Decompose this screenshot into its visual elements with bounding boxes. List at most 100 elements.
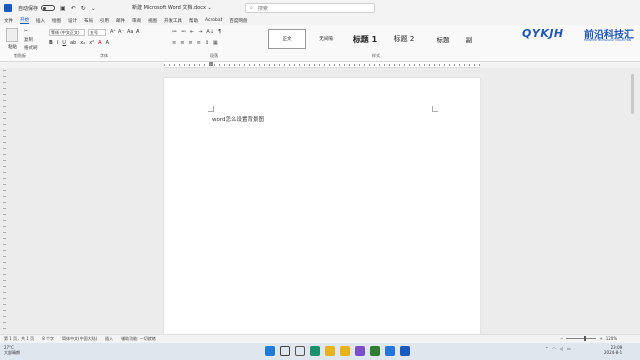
style-item[interactable]: 标题 1 [346, 29, 384, 49]
wifi-icon[interactable]: ◠ [552, 346, 556, 351]
store-icon[interactable] [385, 346, 395, 356]
paragraph-button[interactable]: ≡ [188, 40, 192, 46]
font-name-select[interactable]: 等线 (中文正文) [49, 29, 85, 36]
undo-icon[interactable]: ↶ [71, 5, 76, 12]
status-words[interactable]: 8 个字 [42, 336, 54, 342]
weather-widget[interactable]: 27°C 大部晴朗 [4, 345, 20, 355]
format-painter-button[interactable]: 格式刷 [24, 45, 38, 51]
grow-font-icon[interactable]: A⁺ [110, 29, 116, 35]
vertical-ruler [3, 70, 6, 330]
document-text[interactable]: word怎么设置背景图 [212, 115, 264, 123]
indent-marker[interactable] [209, 62, 213, 66]
tab-6[interactable]: 引用 [100, 18, 109, 24]
status-insert[interactable]: 插入 [105, 336, 113, 342]
style-item[interactable]: 标题 2 [385, 29, 423, 49]
windows-icon[interactable] [265, 346, 275, 356]
tab-0[interactable]: 文件 [4, 18, 13, 24]
status-page[interactable]: 第 1 页，共 1 页 [4, 336, 34, 342]
word-icon[interactable] [400, 346, 410, 356]
app-icon[interactable] [370, 346, 380, 356]
tab-3[interactable]: 绘图 [52, 18, 61, 24]
chevron-up-icon[interactable]: ⌃ [545, 346, 548, 351]
tab-2[interactable]: 插入 [36, 18, 45, 24]
app-icon[interactable] [355, 346, 365, 356]
paragraph-button[interactable]: ▦ [213, 40, 218, 46]
font-format-button[interactable]: x₂ [80, 40, 85, 46]
tab-5[interactable]: 布局 [84, 18, 93, 24]
paragraph-row-1: ≔ ≕ ⇤ ⇥ A↓ ¶ [172, 29, 221, 35]
redo-icon[interactable]: ↻ [81, 5, 86, 12]
search-input[interactable]: ⌕ 搜索 [245, 3, 375, 13]
style-item[interactable]: 无间隔 [307, 29, 345, 49]
tab-4[interactable]: 设计 [68, 18, 77, 24]
font-format-button[interactable]: A [98, 40, 101, 46]
status-language[interactable]: 简体中文(中国大陆) [62, 336, 97, 342]
zoom-in-icon[interactable]: + [599, 336, 602, 341]
search-icon[interactable] [280, 346, 290, 356]
chrome-icon[interactable] [325, 346, 335, 356]
paragraph-button[interactable]: ≔ [172, 29, 177, 35]
zoom-slider[interactable] [566, 336, 597, 341]
taskbar-apps [265, 346, 410, 356]
word-logo-icon [4, 4, 12, 12]
vertical-scrollbar[interactable] [630, 70, 636, 332]
edge-icon[interactable] [310, 346, 320, 356]
customize-qat-icon[interactable]: ⌄ [91, 5, 96, 12]
shrink-font-icon[interactable]: A⁻ [118, 29, 124, 35]
font-format-button[interactable]: I [57, 40, 58, 46]
cut-icon[interactable]: ✂ [24, 29, 28, 34]
font-format-button[interactable]: U [62, 40, 66, 46]
tab-1[interactable]: 开始 [20, 17, 29, 24]
paragraph-button[interactable]: ↕ [205, 40, 209, 46]
scrollbar-thumb[interactable] [631, 74, 634, 114]
paragraph-button[interactable]: ¶ [218, 29, 221, 35]
status-accessibility[interactable]: 辅助功能: 一切就绪 [121, 336, 156, 342]
zoom-level[interactable]: 120% [606, 336, 617, 341]
brand-logo: QYKJH [522, 27, 564, 40]
paragraph-button[interactable]: A↓ [206, 29, 214, 35]
paragraph-button[interactable]: ≕ [181, 29, 186, 35]
clear-format-icon[interactable]: A̸ [136, 29, 139, 35]
volume-icon[interactable]: ◁ [560, 346, 563, 351]
font-format-button[interactable]: x² [89, 40, 94, 46]
copy-button[interactable]: 复制 [24, 37, 33, 43]
style-item[interactable]: 正文 [268, 29, 306, 49]
system-tray: ⌃ ◠ ◁ ▭ [545, 346, 571, 351]
tab-12[interactable]: Acrobat [205, 18, 222, 23]
paragraph-group-label: 段落 [210, 53, 218, 58]
tab-11[interactable]: 帮助 [189, 18, 198, 24]
margin-mark-top-left [208, 106, 214, 112]
document-title[interactable]: 新建 Microsoft Word 文档.docx ⌄ [132, 4, 212, 11]
font-format-button[interactable]: B [49, 40, 53, 46]
autosave-toggle[interactable] [41, 5, 56, 11]
horizontal-ruler[interactable] [164, 62, 480, 68]
tab-7[interactable]: 邮件 [116, 18, 125, 24]
tab-8[interactable]: 审阅 [132, 18, 141, 24]
explorer-icon[interactable] [340, 346, 350, 356]
save-icon[interactable]: ▣ [60, 5, 66, 12]
clock[interactable]: 23:09 2024-8-1 [604, 345, 622, 355]
tab-9[interactable]: 视图 [148, 18, 157, 24]
paragraph-button[interactable]: ⇥ [198, 29, 202, 35]
clock-date: 2024-8-1 [604, 350, 623, 355]
zoom-out-icon[interactable]: − [560, 336, 563, 341]
change-case-icon[interactable]: Aa [127, 29, 133, 35]
style-item[interactable]: 标题 [424, 29, 462, 49]
font-format-button[interactable]: A [106, 40, 109, 46]
font-size-select[interactable]: 五号 [88, 29, 106, 36]
paragraph-button[interactable]: ≡ [172, 40, 176, 46]
tab-10[interactable]: 开发工具 [164, 18, 182, 24]
paragraph-button[interactable]: ≡ [180, 40, 184, 46]
font-format-button[interactable]: ab [70, 40, 76, 46]
paragraph-button[interactable]: ⇤ [190, 29, 194, 35]
tab-13[interactable]: 百度网盘 [229, 18, 247, 24]
battery-icon[interactable]: ▭ [567, 346, 571, 351]
paragraph-button[interactable]: ≡ [197, 40, 201, 46]
style-item[interactable]: 副 [463, 29, 475, 49]
task-view-icon[interactable] [295, 346, 305, 356]
paste-button[interactable] [6, 28, 18, 42]
document-page[interactable]: word怎么设置背景图 [164, 78, 480, 336]
autosave-label: 自动保存 [18, 5, 39, 12]
styles-gallery: 正文 无间隔 标题 1 标题 2 标题副 [268, 29, 475, 49]
brand-watermark: QYKJH 前沿科技汇 FRONTIER TECHNOLOGY COLLECTI… [520, 24, 640, 46]
